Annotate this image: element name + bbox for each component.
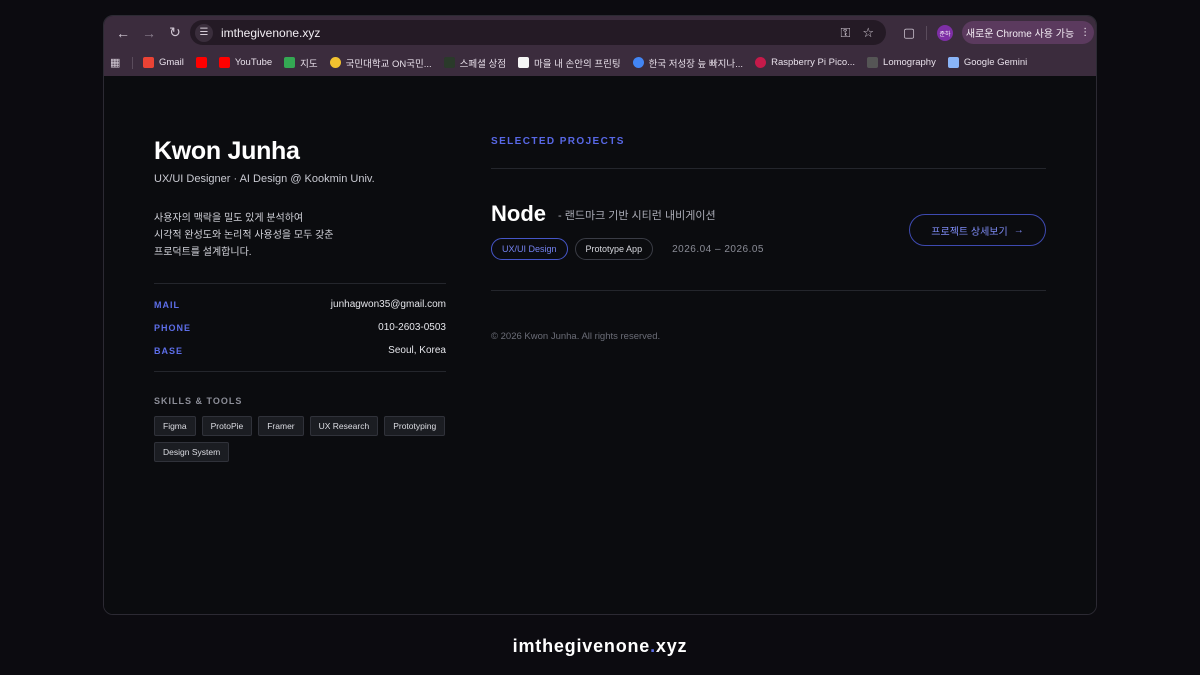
bookmark-favicon-icon xyxy=(284,57,296,68)
projects-bottom-divider xyxy=(491,290,1046,291)
bookmark-item[interactable]: 지도 xyxy=(284,56,318,70)
bookmark-favicon-icon xyxy=(947,57,959,68)
skill-chip: Prototyping xyxy=(384,416,446,436)
profile-bio: 사용자의 맥락을 밀도 있게 분석하여 시각적 완성도와 논리적 사용성을 모두… xyxy=(154,210,334,261)
bookmark-label: Google Gemini xyxy=(963,57,1028,68)
projects-section-title: SELECTED PROJECTS xyxy=(491,136,625,147)
bookmark-item[interactable]: Lomography xyxy=(867,57,936,68)
location-value: Seoul, Korea xyxy=(388,345,446,356)
contact-label: MAIL xyxy=(154,299,180,310)
bio-divider xyxy=(154,283,446,284)
bookmark-favicon-icon xyxy=(195,57,207,68)
domain-name: imthegivenone xyxy=(512,636,651,656)
bookmark-item[interactable]: Gmail xyxy=(143,57,184,68)
profile-avatar[interactable]: 준하 xyxy=(937,25,953,41)
skills-title: SKILLS & TOOLS xyxy=(154,396,243,406)
bookmark-label: 한국 저성장 늪 빠지나... xyxy=(648,58,744,70)
site-settings-icon[interactable]: ☰ xyxy=(195,23,213,42)
bookmark-item[interactable]: 스페셜 상점 xyxy=(443,56,506,70)
bookmark-label: 지도 xyxy=(300,58,318,70)
project-detail-button[interactable]: 프로젝트 상세보기 → xyxy=(909,214,1046,246)
bookmark-star-icon[interactable]: ☆ xyxy=(862,25,874,41)
bookmark-label: Lomography xyxy=(883,57,936,68)
arrow-right-icon: → xyxy=(1013,224,1024,236)
profile-subtitle: UX/UI Designer · AI Design @ Kookmin Uni… xyxy=(154,173,375,185)
bookmark-label: 스페셜 상점 xyxy=(459,58,506,70)
bookmark-favicon-icon xyxy=(443,57,455,68)
update-label: 새로운 Chrome 사용 가능 xyxy=(965,29,1075,40)
address-bar[interactable]: ☰ imthegivenone.xyz ⚿ ☆ xyxy=(190,20,886,45)
phone-link[interactable]: 010-2603-0503 xyxy=(378,322,446,333)
contact-mail: MAIL junhagwon35@gmail.com xyxy=(154,299,446,310)
site-domain-caption: imthegivenone.xyz xyxy=(0,636,1200,657)
bookmark-favicon-icon xyxy=(143,57,154,68)
apps-grid-icon[interactable]: ▦ xyxy=(110,56,124,69)
bookmark-label: YouTube xyxy=(234,57,273,68)
contact-divider xyxy=(154,371,446,372)
bookmark-favicon-icon xyxy=(517,57,529,68)
skills-list: Figma ProtoPie Framer UX Research Protot… xyxy=(154,416,446,462)
detail-button-label: 프로젝트 상세보기 xyxy=(931,226,1008,238)
bookmarks-divider xyxy=(132,56,133,69)
toolbar-divider xyxy=(926,26,927,40)
profile-name: Kwon Junha xyxy=(154,137,300,165)
project-description: - 랜드마크 기반 시티런 내비게이션 xyxy=(558,210,716,222)
domain-tld: xyz xyxy=(655,636,688,656)
copyright-text: © 2026 Kwon Junha. All rights reserved. xyxy=(491,331,661,342)
bookmark-favicon-icon xyxy=(867,57,879,68)
chrome-update-button[interactable]: 새로운 Chrome 사용 가능 ⋮ xyxy=(962,21,1094,44)
reload-icon[interactable]: ↻ xyxy=(162,20,188,46)
bookmark-item[interactable]: 한국 저성장 늪 빠지나... xyxy=(632,56,744,70)
bookmark-favicon-icon xyxy=(218,57,230,68)
contact-phone: PHONE 010-2603-0503 xyxy=(154,322,446,333)
bookmark-item[interactable]: 마을 내 손안의 프린팅 xyxy=(517,56,621,70)
project-meta: UX/UI Design Prototype App 2026.04 – 202… xyxy=(491,238,764,260)
bookmark-item[interactable]: YouTube xyxy=(218,57,273,68)
bookmarks-bar: ▦ Gmail YouTube 지도 국민대학교 ON국민... 스페셜 상점 마을 내 … xyxy=(104,49,1096,76)
contact-label: PHONE xyxy=(154,322,192,333)
bookmark-favicon-icon xyxy=(755,57,767,68)
contact-label: BASE xyxy=(154,345,184,356)
skill-chip: UX Research xyxy=(309,416,379,436)
bio-line: 프로덕트를 설계합니다. xyxy=(154,247,252,258)
projects-top-divider xyxy=(491,168,1046,169)
bookmark-label: Gmail xyxy=(159,57,184,68)
bookmark-item[interactable]: Raspberry Pi Pico... xyxy=(755,57,855,68)
back-arrow-icon[interactable]: ← xyxy=(110,20,136,46)
bio-line: 사용자의 맥락을 밀도 있게 분석하여 xyxy=(154,213,304,224)
url-text[interactable]: imthegivenone.xyz xyxy=(221,26,320,40)
portfolio-page: Kwon Junha UX/UI Designer · AI Design @ … xyxy=(104,76,1096,614)
bookmark-list: Gmail YouTube 지도 국민대학교 ON국민... 스페셜 상점 마을 내 손안… xyxy=(143,56,1039,70)
email-link[interactable]: junhagwon35@gmail.com xyxy=(331,299,446,310)
bookmark-label: 마을 내 손안의 프린팅 xyxy=(533,58,621,70)
forward-arrow-icon[interactable]: → xyxy=(136,20,162,46)
skill-chip: Design System xyxy=(154,442,230,462)
project-tag: Prototype App xyxy=(574,238,654,260)
bookmark-label: Raspberry Pi Pico... xyxy=(771,57,856,68)
password-key-icon[interactable]: ⚿ xyxy=(840,25,850,41)
project-title[interactable]: Node xyxy=(491,201,546,227)
skill-chip: Figma xyxy=(154,416,196,436)
bio-line: 시각적 완성도와 논리적 사용성을 모두 갖춘 xyxy=(154,230,334,241)
bookmark-favicon-icon xyxy=(632,57,644,68)
more-vertical-icon[interactable]: ⋮ xyxy=(1080,27,1090,38)
browser-toolbar: ← → ↻ ☰ imthegivenone.xyz ⚿ ☆ ▢ 준하 새로운 C… xyxy=(104,16,1096,49)
bookmark-label: 국민대학교 ON국민... xyxy=(345,58,432,70)
extensions-puzzle-icon[interactable]: ▢ xyxy=(896,20,922,46)
contact-base: BASE Seoul, Korea xyxy=(154,345,446,356)
browser-window: ← → ↻ ☰ imthegivenone.xyz ⚿ ☆ ▢ 준하 새로운 C… xyxy=(103,15,1097,615)
bookmark-item[interactable]: Google Gemini xyxy=(947,57,1028,68)
project-date: 2026.04 – 2026.05 xyxy=(672,243,764,255)
project-tag: UX/UI Design xyxy=(491,238,568,260)
browser-chrome: ← → ↻ ☰ imthegivenone.xyz ⚿ ☆ ▢ 준하 새로운 C… xyxy=(104,16,1096,76)
skill-chip: Framer xyxy=(258,416,304,436)
skill-chip: ProtoPie xyxy=(201,416,253,436)
bookmark-favicon-icon xyxy=(329,57,341,68)
bookmark-item[interactable] xyxy=(195,57,207,68)
bookmark-item[interactable]: 국민대학교 ON국민... xyxy=(329,56,432,70)
